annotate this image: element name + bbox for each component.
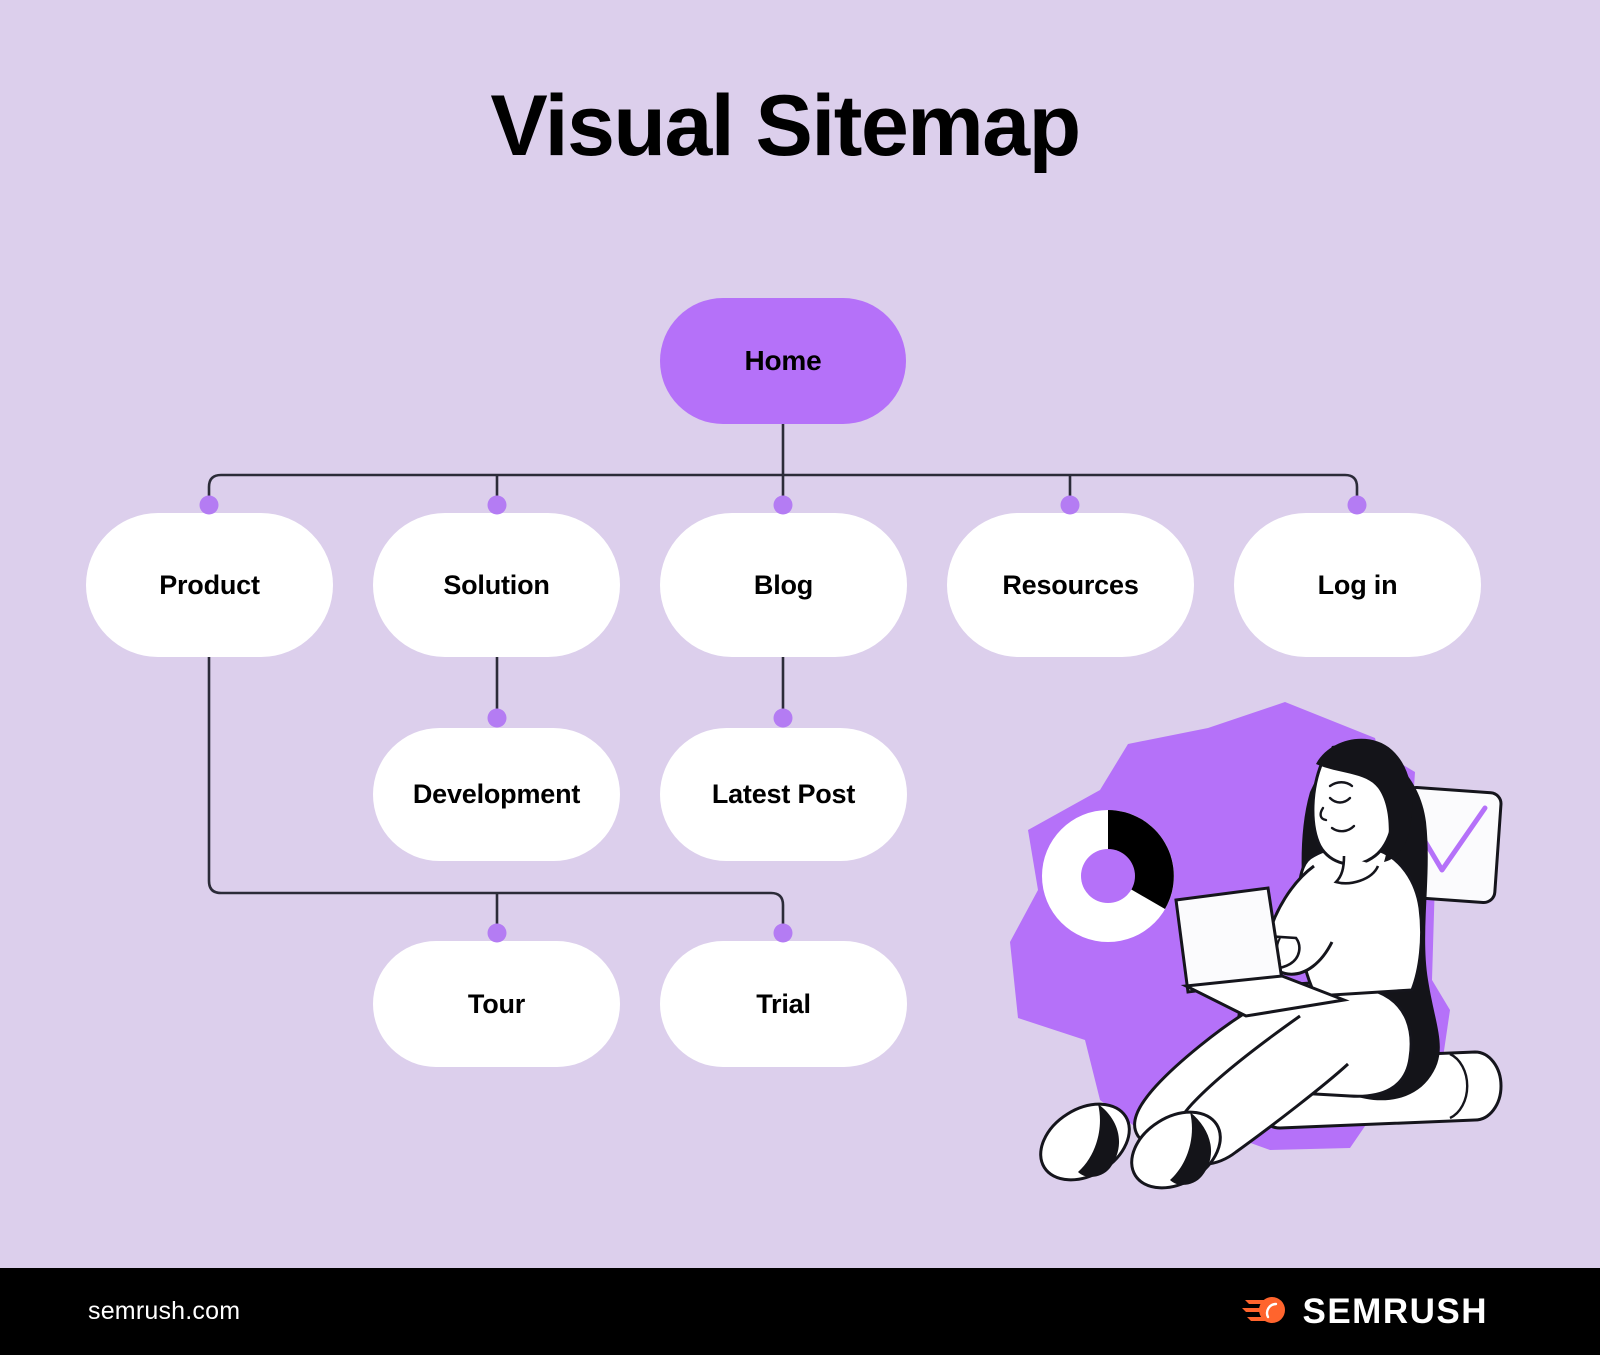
connector-dot-resources [1060, 495, 1080, 515]
connector-dot-solution [487, 495, 507, 515]
sitemap-node-latest-post[interactable]: Latest Post [660, 728, 907, 861]
connector-dot-log-in [1347, 495, 1367, 515]
sitemap-node-trial[interactable]: Trial [660, 941, 907, 1067]
sitemap-node-development[interactable]: Development [373, 728, 620, 861]
semrush-comet-icon [1242, 1292, 1288, 1331]
connector-dot-blog [773, 495, 793, 515]
sitemap-node-log-in[interactable]: Log in [1234, 513, 1481, 657]
semrush-wordmark: SEMRUSH [1302, 1291, 1488, 1331]
connector-dot-tour [487, 923, 507, 943]
woman-with-laptop-illustration [980, 680, 1520, 1200]
connector-dot-latest-post [773, 708, 793, 728]
sitemap-node-product[interactable]: Product [86, 513, 333, 657]
sitemap-infographic: Visual Sitemap Home Product Solution Blog Re… [0, 0, 1600, 1355]
sitemap-node-solution[interactable]: Solution [373, 513, 620, 657]
connector-dot-trial [773, 923, 793, 943]
sitemap-node-tour[interactable]: Tour [373, 941, 620, 1067]
connector-dot-development [487, 708, 507, 728]
sitemap-node-home[interactable]: Home [660, 298, 906, 424]
sitemap-node-blog[interactable]: Blog [660, 513, 907, 657]
connector-dot-product [199, 495, 219, 515]
footer-bar: semrush.com SEMRUSH [0, 1268, 1600, 1355]
sitemap-node-resources[interactable]: Resources [947, 513, 1194, 657]
semrush-logo: SEMRUSH [1242, 1292, 1488, 1332]
footer-domain-label: semrush.com [88, 1297, 241, 1325]
donut-chart-graphic [1042, 810, 1174, 942]
